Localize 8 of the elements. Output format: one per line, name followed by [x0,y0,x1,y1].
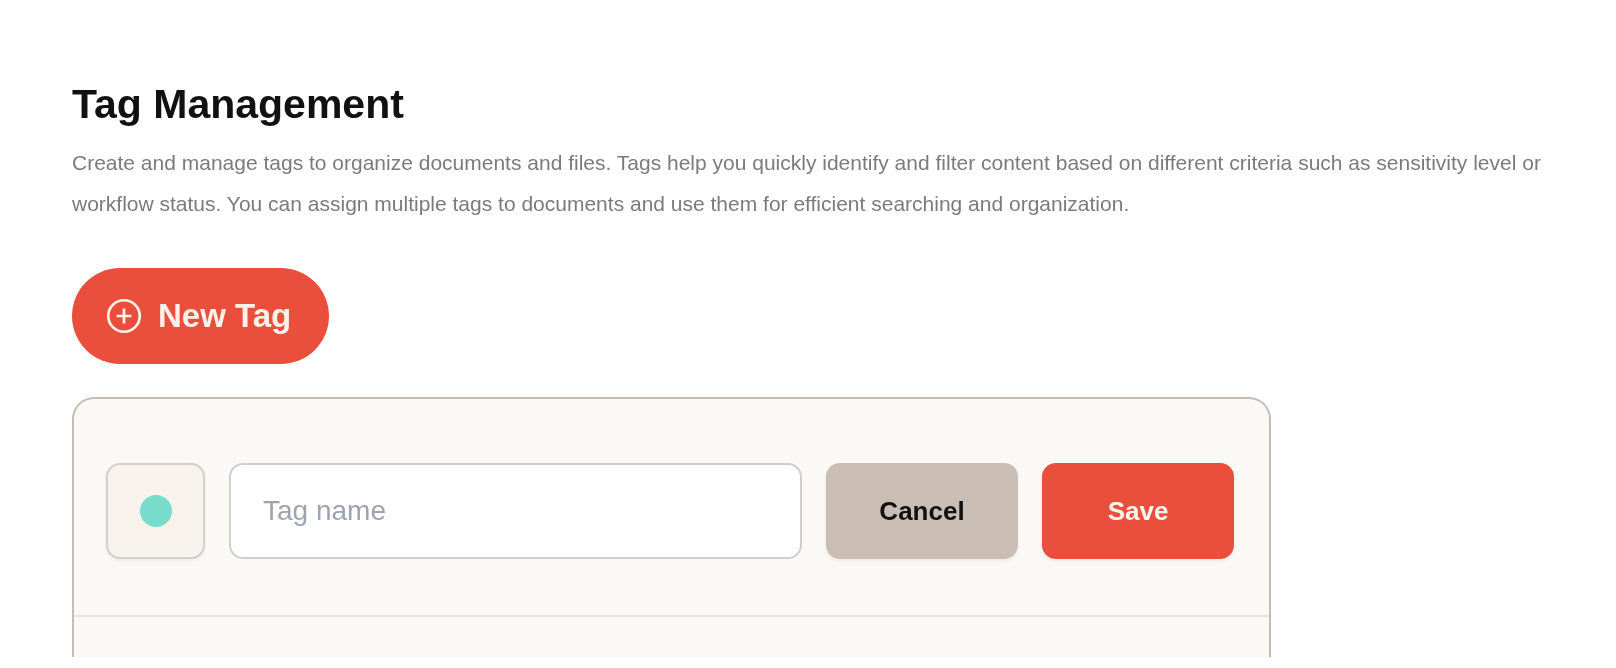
plus-circle-icon [106,298,142,334]
save-button[interactable]: Save [1042,463,1234,559]
tag-name-field[interactable]: Tag name [229,463,802,559]
new-tag-button[interactable]: New Tag [72,268,330,364]
page-description: Create and manage tags to organize documents and files. Tags help you quickly identify and filter content based on different criteria such as sensitivity level or workflow status. You can assign multiple tags to documents and use them for efficient searching and organization. [72,150,1542,217]
cancel-button[interactable]: Cancel [826,463,1018,559]
page-title: Tag Management [72,80,405,129]
color-picker-button[interactable] [106,463,205,559]
